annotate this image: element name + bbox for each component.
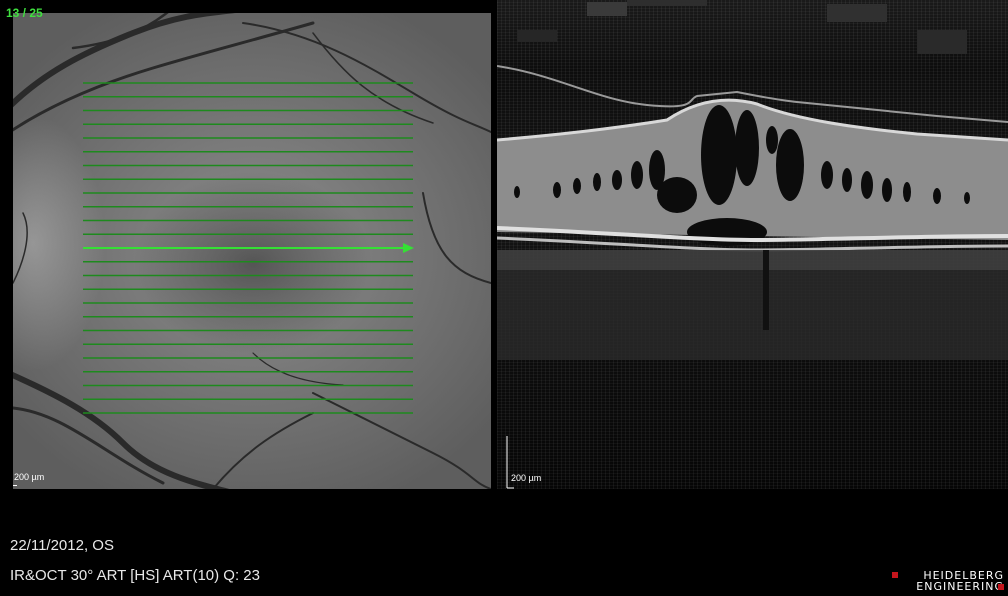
retina-cross-section — [497, 0, 1008, 489]
fundus-scale-label: 200 µm — [14, 472, 45, 482]
bscan-scale-label: 200 µm — [511, 473, 542, 483]
acquisition-info: IR&OCT 30° ART [HS] ART(10) Q: 23 — [10, 567, 260, 584]
heidelberg-logo: HEIDELBERG ENGINEERING — [890, 569, 1004, 593]
vitreous-noise — [517, 0, 967, 54]
scan-direction-arrow-icon — [403, 243, 414, 253]
exam-date-eye: 22/11/2012, OS — [10, 537, 114, 554]
logo-accent-square — [998, 584, 1004, 590]
slice-counter: 13 / 25 — [6, 6, 43, 20]
fundus-ir-image[interactable]: 200 µm — [13, 13, 491, 489]
oct-bscan-image[interactable]: 200 µm — [497, 0, 1008, 489]
scan-line-overlay[interactable] — [13, 13, 491, 489]
